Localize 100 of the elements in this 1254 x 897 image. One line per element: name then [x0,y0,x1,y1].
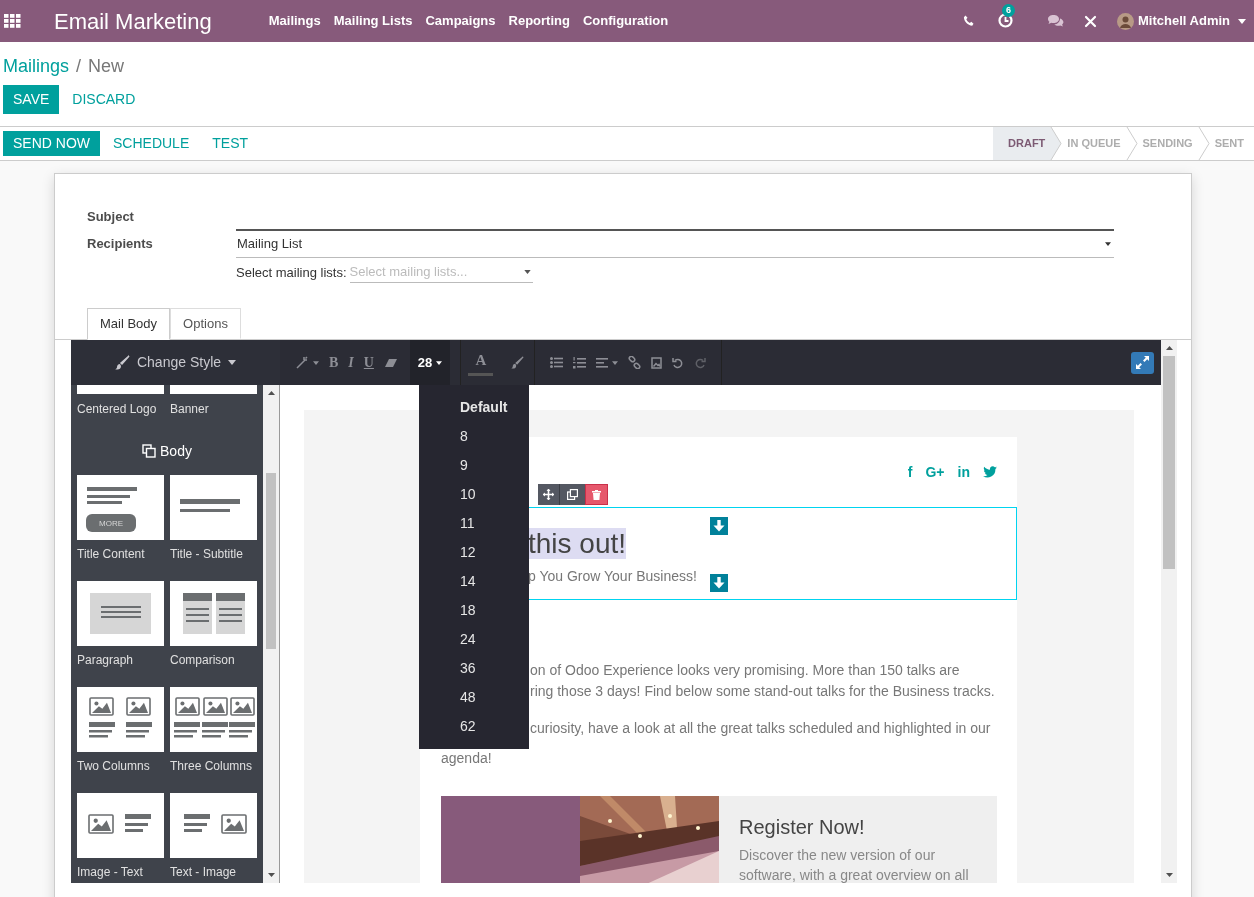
snippet-label: Paragraph [77,653,135,667]
snippet-label: Centered Logo [77,402,158,416]
social-link[interactable]: f [907,461,913,483]
paragraph-line: curiosity, have a look at all the great talks scheduled and highlighted in our [530,719,992,738]
app-title: Email Marketing [54,7,212,36]
menu-item[interactable]: Mailing Lists [332,11,414,31]
menu-option[interactable]: 36 [419,654,529,683]
clock-icon[interactable] [998,13,1014,28]
tab[interactable]: Options [170,308,241,339]
social-link[interactable]: G+ [925,461,945,483]
snippet-thumbnail[interactable] [170,793,257,858]
snippet-thumbnail[interactable] [170,687,257,752]
change-style-button[interactable]: Change Style [71,340,280,385]
recipients-select[interactable]: Mailing List [236,231,1114,258]
avatar-icon[interactable] [1117,12,1135,30]
menu-item[interactable]: Mailings [267,11,322,31]
snippet-label: Title Content [77,547,146,561]
link-button[interactable]: SCHEDULE [103,131,200,156]
menu-option[interactable]: 14 [419,567,529,596]
bullet-list-icon [549,357,563,368]
scroll-up-icon[interactable] [1165,346,1173,350]
scroll-thumb[interactable] [1163,356,1175,569]
scrollbar[interactable] [263,385,279,883]
snippet-label: Three Columns [170,759,254,773]
redo-icon [693,356,706,369]
phone-icon[interactable] [963,15,976,27]
snippet-label: Image - Text [77,865,144,879]
clone-button[interactable] [559,484,585,505]
snippet-thumbnail[interactable] [77,793,164,858]
bird-icon[interactable] [983,466,997,478]
trash-icon [592,489,601,500]
snippet-thumbnail[interactable] [170,581,257,646]
snippet-thumbnail[interactable] [170,385,257,394]
menu-option[interactable]: 48 [419,683,529,712]
primary-button[interactable]: SAVE [3,85,60,114]
chat-icon[interactable] [1047,14,1065,28]
menu-option[interactable]: 12 [419,538,529,567]
brush-icon [510,356,524,369]
undo-icon [671,356,684,369]
menu-item[interactable]: Configuration [581,11,670,31]
fullscreen-button[interactable] [1131,351,1154,374]
breadcrumb-current: New [88,55,125,78]
move-icon [543,489,554,500]
snippet-thumbnail[interactable]: MORE [77,475,164,540]
menu-option[interactable]: 24 [419,625,529,654]
scrollbar[interactable] [1161,340,1177,883]
arrow-down-icon [713,577,725,589]
expand-icon [1136,356,1149,369]
primary-button[interactable]: SEND NOW [3,131,100,156]
menu-option[interactable]: 8 [419,422,529,451]
menu-option[interactable]: 62 [419,712,529,741]
eraser-icon [383,357,398,368]
magic-wand-icon [295,355,309,370]
link-icon [627,356,641,369]
snippet-label: Text - Image [170,865,238,879]
caret-icon [1105,242,1111,246]
link-button[interactable]: DISCARD [62,85,146,114]
snippet-section-title: Body [160,441,192,461]
notification-badge: 6 [1002,4,1016,17]
numbered-list-icon [572,356,586,369]
move-down-button[interactable] [710,574,728,592]
toolbar-button[interactable]: U [358,352,379,373]
social-link[interactable]: in [957,461,970,483]
snippet-thumbnail[interactable] [170,475,257,540]
menu-option[interactable]: 9 [419,451,529,480]
scroll-up-icon[interactable] [267,391,275,395]
breadcrumb-separator: / [76,55,82,78]
snippet-label: Comparison [170,653,236,667]
arrow-down-icon [713,520,725,532]
snippet-label: Title - Subtitle [170,547,244,561]
menu-option[interactable]: 18 [419,596,529,625]
scroll-thumb[interactable] [266,473,276,649]
breadcrumb-link[interactable]: Mailings [3,54,70,78]
register-title: Register Now! [739,815,866,839]
snippet-thumbnail[interactable] [77,385,164,394]
email-subheading: p You Grow Your Business! [528,568,697,584]
copy-icon [567,489,578,500]
paragraph-line: on of Odoo Experience looks very promising. More than 150 talks are [530,661,961,680]
move-button[interactable] [538,484,559,505]
toolbar-button[interactable]: B [324,352,344,373]
snippet-thumbnail[interactable] [77,687,164,752]
move-down-button[interactable] [710,517,728,535]
font-color-button[interactable]: A [467,340,494,385]
menu-option[interactable]: 11 [419,509,529,538]
menu-item[interactable]: Campaigns [424,11,497,31]
user-name[interactable]: Mitchell Admin [1138,11,1230,31]
delete-button[interactable] [585,484,608,505]
scroll-down-icon[interactable] [267,873,275,877]
caret-icon [523,270,531,274]
image-icon [650,356,662,369]
menu-option[interactable]: 10 [419,480,529,509]
snippet-thumbnail[interactable] [77,581,164,646]
scroll-down-icon[interactable] [1165,873,1173,877]
font-size-button[interactable]: 28 [409,340,450,385]
menu-option[interactable]: Default [419,393,529,422]
menu-item[interactable]: Reporting [507,11,571,31]
tab[interactable]: Mail Body [87,308,171,340]
link-button[interactable]: TEST [202,131,259,156]
toolbar-button[interactable]: I [343,352,359,373]
apps-menu-icon[interactable] [4,14,21,28]
